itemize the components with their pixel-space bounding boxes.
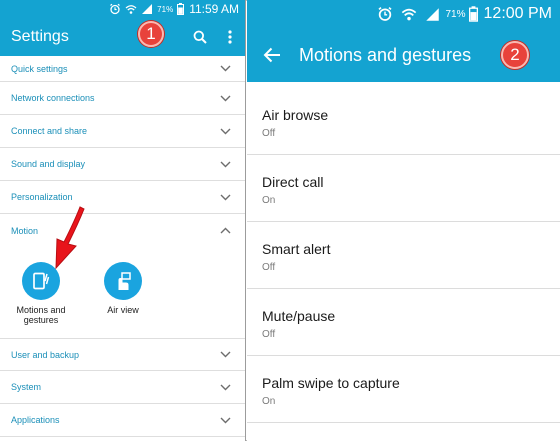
battery-icon bbox=[177, 3, 185, 15]
section-label: Motion bbox=[11, 225, 39, 236]
setting-state: On bbox=[262, 195, 276, 206]
more-options-button[interactable] bbox=[219, 24, 241, 50]
setting-name: Smart alert bbox=[262, 241, 331, 257]
section-label: Connect and share bbox=[11, 126, 88, 136]
step-badge-2: 2 bbox=[501, 41, 529, 69]
battery-percent: 71% bbox=[157, 4, 174, 14]
status-bar: 71% 11:59 AM bbox=[0, 0, 245, 18]
signal-icon bbox=[141, 3, 153, 15]
section-label: System bbox=[11, 382, 42, 392]
more-vert-icon bbox=[228, 30, 232, 44]
section-motion[interactable]: Motion bbox=[0, 214, 245, 247]
section-user-and-backup[interactable]: User and backup bbox=[0, 338, 245, 371]
section-applications[interactable]: Applications bbox=[0, 404, 245, 437]
chevron-down-icon bbox=[219, 414, 231, 426]
setting-state: Off bbox=[262, 329, 276, 340]
chevron-down-icon bbox=[219, 92, 231, 104]
status-time: 12:00 PM bbox=[483, 5, 552, 22]
wifi-icon bbox=[125, 3, 137, 15]
chevron-up-icon bbox=[219, 225, 231, 237]
section-label: User and backup bbox=[11, 349, 80, 360]
section-label: Applications bbox=[11, 415, 60, 425]
settings-app-bar: Settings bbox=[0, 18, 245, 56]
status-bar: 71% 12:00 PM bbox=[247, 0, 560, 28]
chevron-down-icon bbox=[219, 63, 231, 75]
setting-name: Direct call bbox=[262, 174, 324, 190]
chevron-down-icon bbox=[219, 349, 231, 361]
section-network-connections[interactable]: Network connections bbox=[0, 82, 245, 115]
air-view-icon bbox=[118, 272, 131, 290]
setting-palm-swipe-to-capture[interactable]: Palm swipe to capture On bbox=[247, 356, 560, 423]
chevron-down-icon bbox=[219, 125, 231, 137]
battery-percent: 71% bbox=[445, 8, 466, 20]
chevron-down-icon bbox=[219, 191, 231, 203]
alarm-icon bbox=[377, 6, 393, 22]
setting-state: Off bbox=[262, 262, 276, 273]
setting-direct-call[interactable]: Direct call On bbox=[247, 155, 560, 222]
setting-state: Off bbox=[262, 128, 276, 139]
battery-icon bbox=[468, 6, 478, 22]
motions-gestures-icon bbox=[33, 272, 50, 290]
motions-and-gestures-label: Motions and gestures bbox=[16, 305, 66, 325]
step-badge-1: 1 bbox=[138, 21, 164, 47]
motions-and-gestures-screen: 71% 12:00 PM Motions and gestures 2 Air … bbox=[247, 0, 560, 441]
signal-icon bbox=[425, 7, 440, 22]
section-label: Personalization bbox=[11, 192, 73, 202]
setting-name: Palm swipe to capture bbox=[262, 375, 400, 391]
status-time: 11:59 AM bbox=[189, 2, 239, 16]
setting-mute-pause[interactable]: Mute/pause Off bbox=[247, 289, 560, 356]
section-personalization[interactable]: Personalization bbox=[0, 181, 245, 214]
setting-name: Air browse bbox=[262, 107, 329, 123]
settings-screen: 71% 11:59 AM Settings 1 Quick settings N… bbox=[0, 0, 246, 441]
search-button[interactable] bbox=[187, 24, 213, 50]
section-label: Sound and display bbox=[11, 159, 86, 169]
setting-smart-alert[interactable]: Smart alert Off bbox=[247, 222, 560, 289]
alarm-icon bbox=[109, 3, 121, 15]
section-sound-and-display[interactable]: Sound and display bbox=[0, 148, 245, 181]
search-icon bbox=[193, 30, 207, 44]
section-connect-and-share[interactable]: Connect and share bbox=[0, 115, 245, 148]
section-label: Quick settings bbox=[11, 63, 68, 74]
setting-state: On bbox=[262, 396, 276, 407]
back-button[interactable] bbox=[261, 44, 283, 66]
page-title: Motions and gestures bbox=[299, 44, 472, 65]
setting-name: Mute/pause bbox=[262, 308, 336, 324]
arrow-back-icon bbox=[263, 47, 280, 63]
air-view-label: Air view bbox=[107, 305, 139, 315]
wifi-icon bbox=[401, 6, 417, 22]
section-label: Network connections bbox=[11, 93, 95, 103]
setting-air-browse[interactable]: Air browse Off bbox=[247, 88, 560, 155]
air-view-button[interactable] bbox=[104, 262, 142, 300]
chevron-down-icon bbox=[219, 381, 231, 393]
chevron-down-icon bbox=[219, 158, 231, 170]
section-quick-settings[interactable]: Quick settings bbox=[0, 56, 245, 82]
red-arrow-annotation bbox=[55, 206, 85, 270]
section-system[interactable]: System bbox=[0, 371, 245, 404]
motion-section-items: Motions and gestures Air view bbox=[0, 206, 245, 338]
